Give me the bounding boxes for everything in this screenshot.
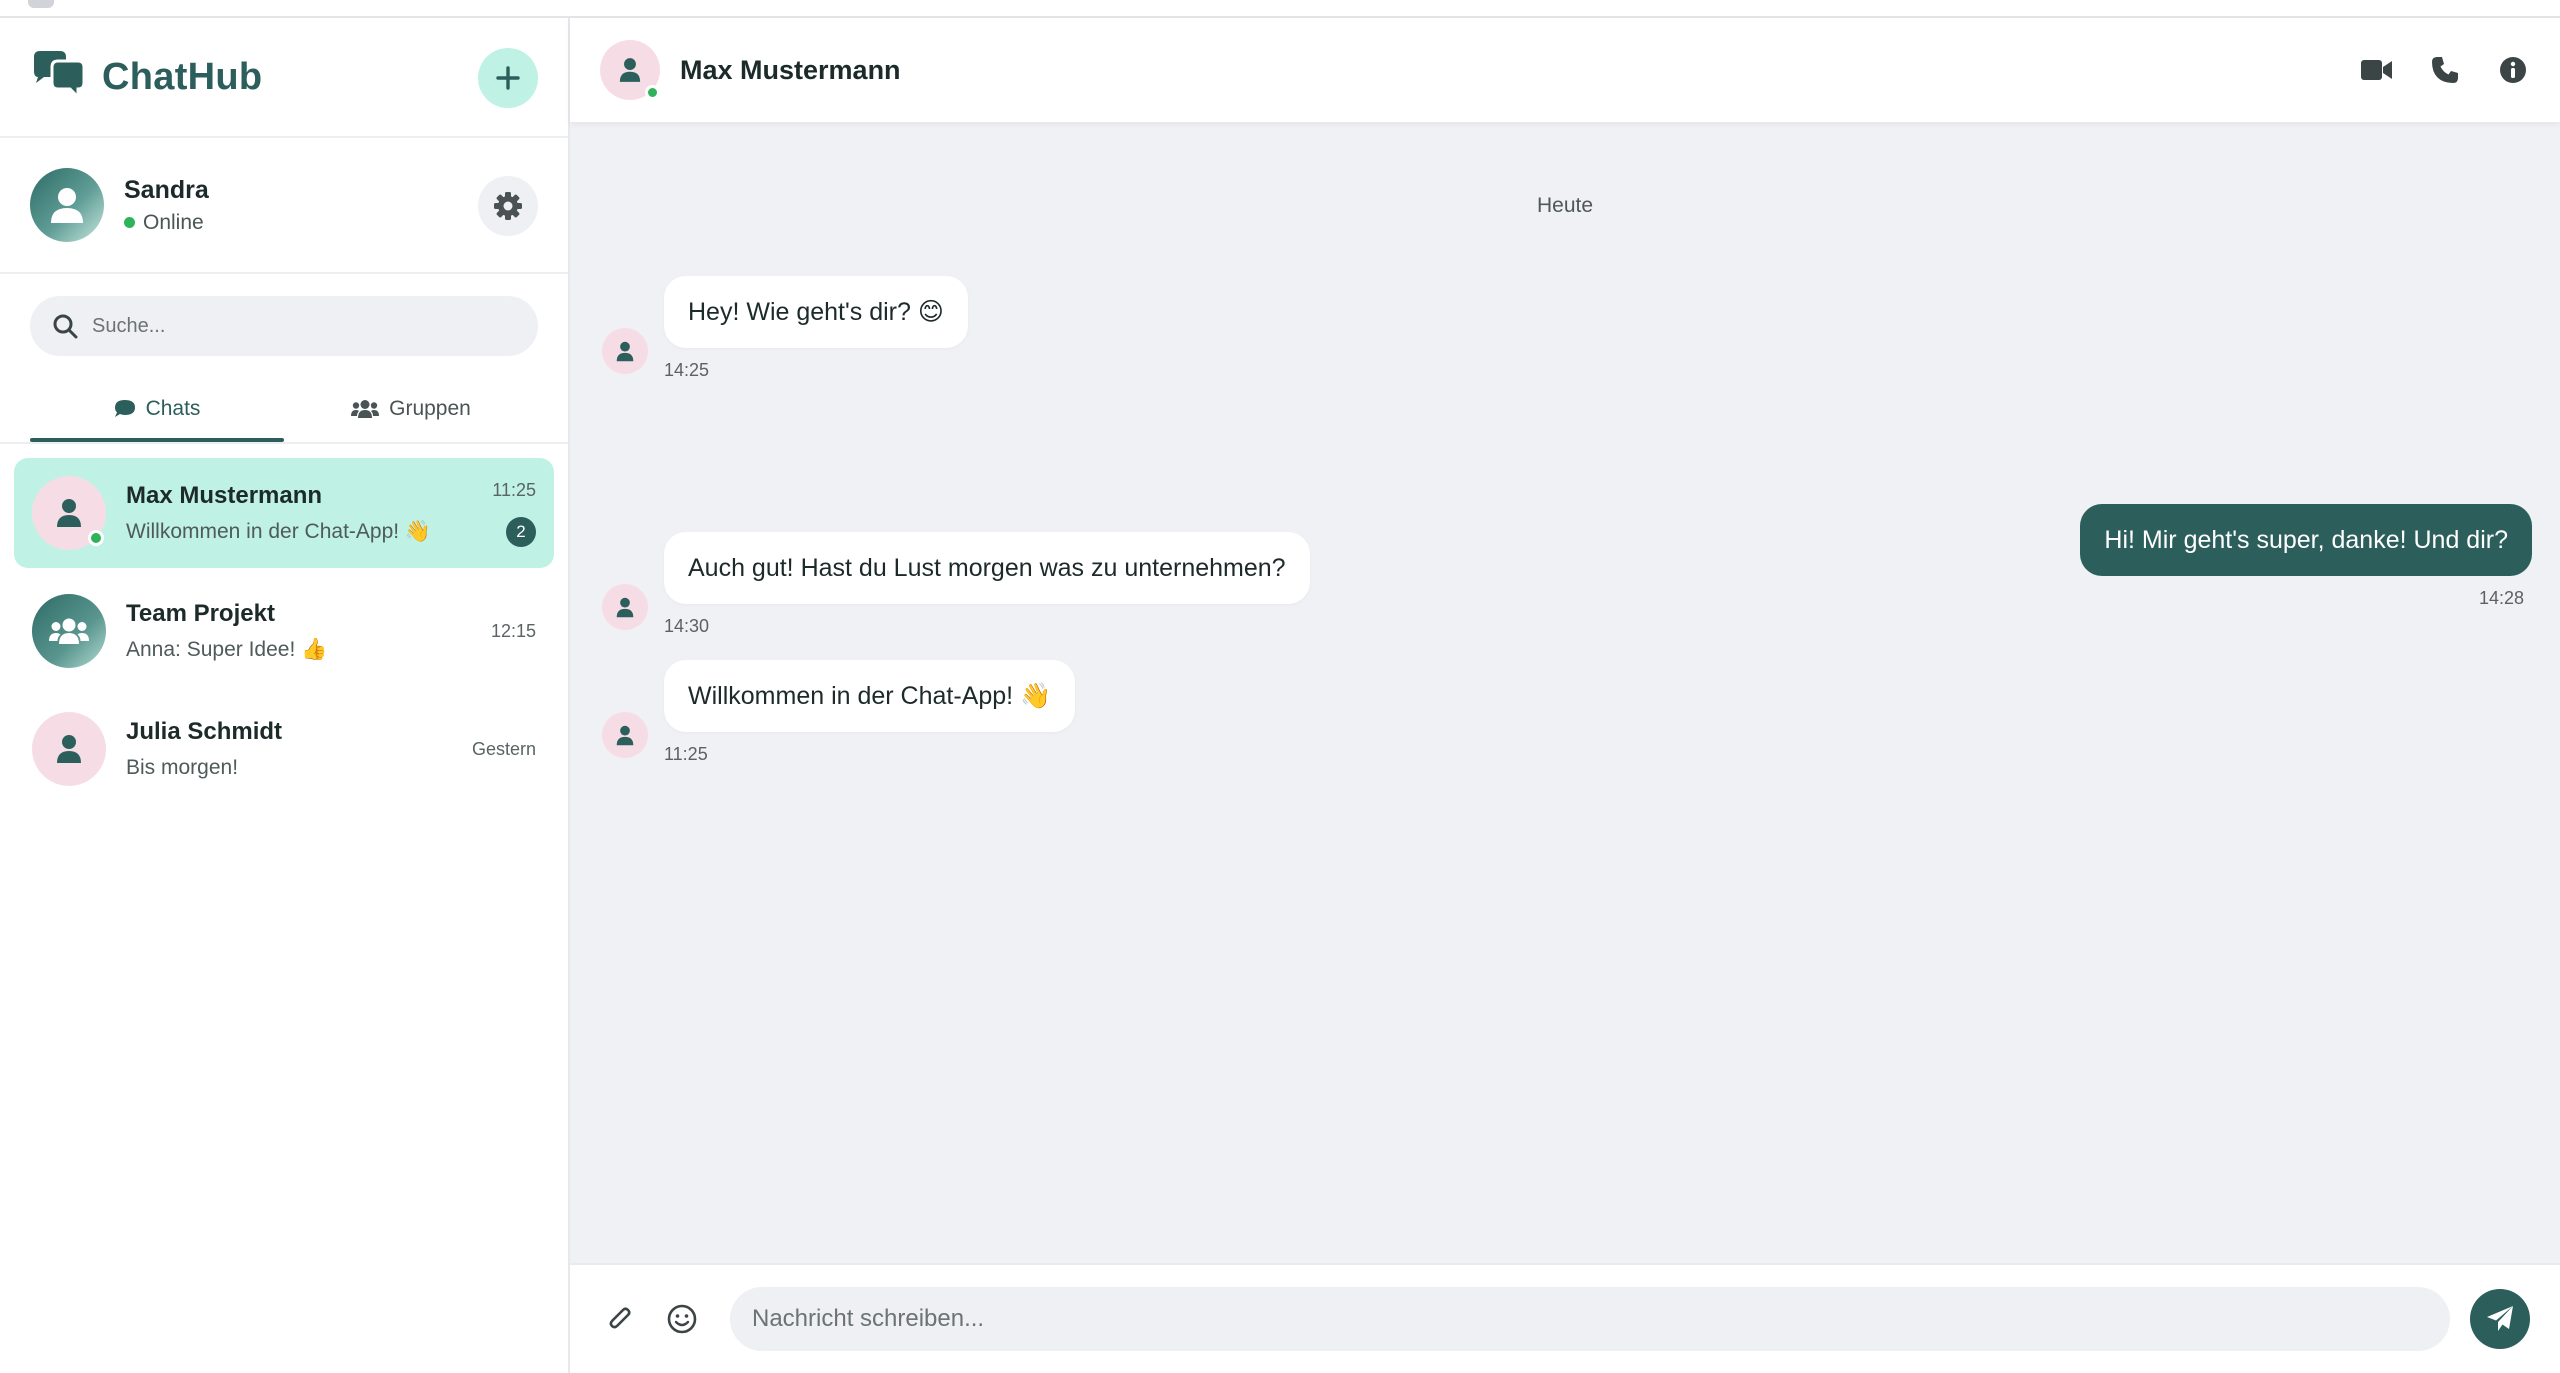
tab-chats-label: Chats — [145, 397, 201, 420]
users-icon — [351, 400, 380, 418]
online-indicator — [88, 530, 104, 546]
message-time: 11:25 — [664, 744, 708, 764]
phone-icon — [2432, 57, 2458, 83]
new-chat-button[interactable] — [478, 48, 538, 108]
chat-list-item[interactable]: Team Projekt Anna: Super Idee! 👍 12:15 — [14, 576, 554, 686]
plus-icon — [496, 66, 520, 90]
info-icon — [2500, 57, 2526, 83]
paper-plane-icon — [2487, 1306, 2513, 1331]
video-call-button[interactable] — [2360, 53, 2394, 87]
user-icon — [616, 341, 634, 361]
composer-bar — [570, 1263, 2560, 1373]
profile-info: Sandra Online — [124, 176, 209, 235]
chat-list-item[interactable]: Julia Schmidt Bis morgen! Gestern — [14, 694, 554, 804]
message-bubble[interactable]: Hi! Mir geht's super, danke! Und dir? — [2080, 504, 2532, 576]
user-icon — [616, 597, 634, 617]
chat-list-item[interactable]: Max Mustermann Willkommen in der Chat-Ap… — [14, 458, 554, 568]
smiley-icon — [667, 1304, 697, 1334]
message-avatar — [602, 712, 648, 758]
message-list: Heute Hey! Wie geht's dir? 😊 14:25 Hi! M… — [570, 122, 2560, 1263]
user-icon — [51, 188, 83, 223]
chat-preview: Willkommen in der Chat-App! 👋 — [126, 520, 432, 543]
tab-groups-label: Gruppen — [389, 397, 471, 420]
message-time: 14:28 — [2478, 588, 2524, 608]
chat-time: 11:25 — [492, 479, 536, 500]
contact-avatar — [32, 476, 106, 550]
users-icon — [49, 618, 89, 644]
chat-list: Max Mustermann Willkommen in der Chat-Ap… — [0, 444, 568, 804]
message-bubble[interactable]: Willkommen in der Chat-App! 👋 — [664, 660, 1076, 732]
search-wrapper — [0, 274, 568, 356]
gear-icon — [494, 192, 522, 220]
user-icon — [57, 499, 81, 527]
unread-badge: 2 — [506, 516, 536, 547]
sidebar-tabs: Chats Gruppen — [30, 376, 538, 442]
message-incoming: Hey! Wie geht's dir? 😊 14:25 — [664, 276, 968, 381]
contact-avatar[interactable] — [600, 40, 660, 100]
chat-preview: Anna: Super Idee! 👍 — [126, 638, 328, 661]
message-outgoing: Hi! Mir geht's super, danke! Und dir? 14… — [2080, 504, 2532, 609]
chat-meta: 12:15 — [491, 576, 536, 686]
message-incoming: Willkommen in der Chat-App! 👋 11:25 — [664, 660, 1076, 765]
sidebar: ChatHub Sandra Online Suche... Chats Gru… — [0, 18, 570, 1373]
header-actions — [2360, 53, 2530, 87]
message-avatar — [602, 328, 648, 374]
chat-text: Team Projekt Anna: Super Idee! 👍 — [126, 600, 536, 662]
online-indicator — [124, 217, 135, 228]
conversation-contact-name: Max Mustermann — [680, 54, 901, 85]
profile-avatar[interactable] — [30, 168, 104, 242]
chat-name: Team Projekt — [126, 600, 275, 627]
message-time: 14:30 — [664, 616, 710, 636]
search-input[interactable] — [92, 314, 512, 338]
chat-bubble-icon — [114, 400, 135, 417]
window-top-strip — [0, 0, 2560, 18]
conversation-header: Max Mustermann — [570, 18, 2560, 122]
profile-name: Sandra — [124, 175, 209, 204]
chat-app: ChatHub Sandra Online Suche... Chats Gru… — [0, 18, 2560, 1373]
search-icon — [53, 314, 78, 339]
message-avatar — [602, 584, 648, 630]
online-indicator — [645, 85, 660, 100]
user-icon — [616, 725, 634, 745]
profile-status-label: Online — [143, 210, 204, 234]
date-separator: Heute — [1536, 194, 1594, 217]
message-input[interactable] — [730, 1287, 2450, 1351]
contact-avatar — [32, 712, 106, 786]
user-icon — [619, 58, 641, 82]
tab-groups[interactable]: Gruppen — [284, 376, 538, 442]
chat-meta: Gestern — [472, 694, 536, 804]
tab-chats[interactable]: Chats — [30, 376, 284, 442]
profile-status: Online — [124, 211, 209, 235]
brand-header: ChatHub — [0, 18, 568, 138]
message-incoming: Auch gut! Hast du Lust morgen was zu unt… — [664, 532, 1310, 637]
chat-time: 12:15 — [490, 620, 536, 641]
paperclip-icon — [609, 1307, 631, 1329]
group-avatar — [32, 594, 106, 668]
video-camera-icon — [2361, 60, 2392, 80]
chat-time: Gestern — [471, 738, 536, 759]
brand-title: ChatHub — [102, 55, 263, 98]
chat-text: Max Mustermann Willkommen in der Chat-Ap… — [126, 482, 536, 544]
window-control — [28, 0, 54, 8]
chat-bubbles-logo-icon — [30, 51, 88, 103]
chat-meta: 11:25 2 — [492, 458, 536, 568]
attach-button[interactable] — [600, 1299, 640, 1339]
search-bar — [30, 296, 538, 356]
message-bubble[interactable]: Auch gut! Hast du Lust morgen was zu unt… — [664, 532, 1310, 604]
send-button[interactable] — [2470, 1289, 2530, 1349]
conversation-panel: Max Mustermann Heute Hey! Wie geht's dir… — [570, 18, 2560, 1373]
settings-button[interactable] — [478, 176, 538, 236]
user-icon — [57, 735, 81, 763]
chat-name: Max Mustermann — [126, 482, 323, 509]
message-time: 14:25 — [664, 360, 710, 380]
voice-call-button[interactable] — [2428, 53, 2462, 87]
user-profile: Sandra Online — [0, 138, 568, 274]
info-button[interactable] — [2496, 53, 2530, 87]
message-bubble[interactable]: Hey! Wie geht's dir? 😊 — [664, 276, 968, 348]
emoji-button[interactable] — [662, 1299, 702, 1339]
